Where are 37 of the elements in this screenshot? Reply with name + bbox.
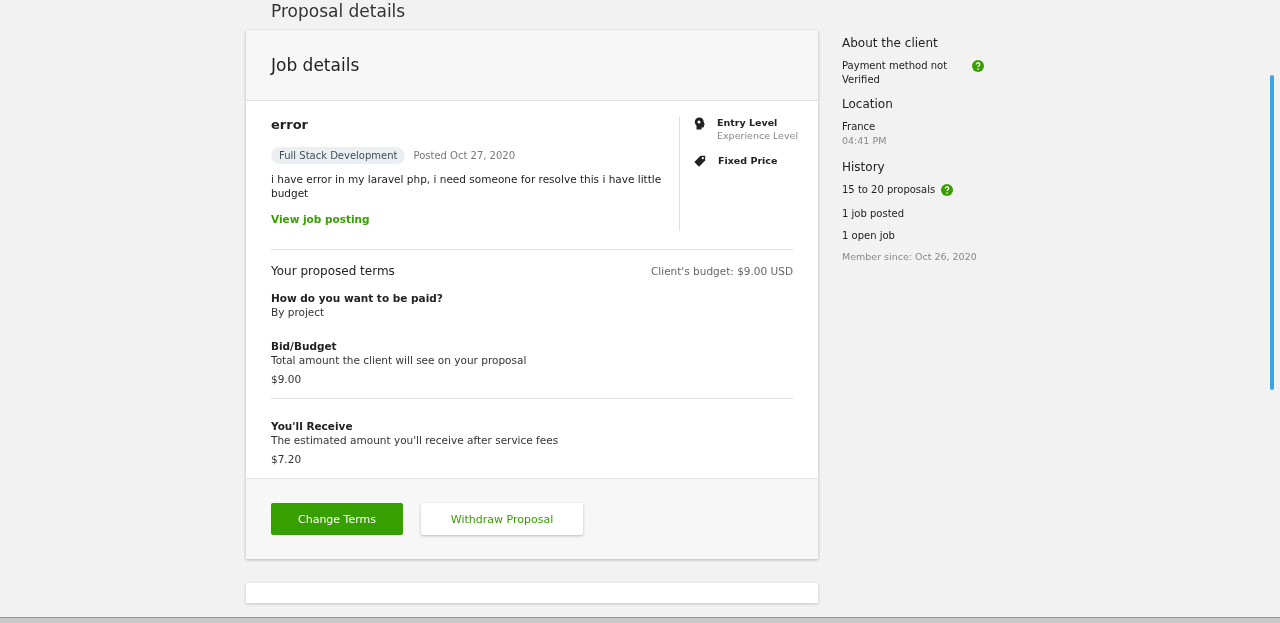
feature-title: Entry Level xyxy=(717,117,779,128)
proposals-count: 15 to 20 proposals xyxy=(842,183,936,197)
feature-subtitle: Experience Level xyxy=(717,130,799,141)
jobs-posted: 1 job posted xyxy=(842,207,906,221)
client-time: 04:41 PM xyxy=(842,135,888,146)
category-tag[interactable]: Full Stack Development xyxy=(271,147,406,164)
client-country: France xyxy=(842,120,877,134)
view-job-link[interactable]: View job posting xyxy=(271,213,370,225)
section-heading: History xyxy=(842,160,886,174)
terms-heading: Your proposed terms xyxy=(271,264,395,278)
open-jobs: 1 open job xyxy=(842,229,896,243)
term-label: You'll Receive xyxy=(271,419,354,433)
page-title: Proposal details xyxy=(271,0,407,22)
term-value: $7.20 xyxy=(271,452,303,466)
help-icon[interactable] xyxy=(941,184,954,196)
withdraw-proposal-button[interactable]: Withdraw Proposal xyxy=(421,503,583,535)
section-heading: Location xyxy=(842,97,894,111)
job-title: error xyxy=(271,117,309,132)
posted-date: Posted Oct 27, 2020 xyxy=(413,150,516,161)
term-value: By project xyxy=(271,305,326,319)
help-icon[interactable] xyxy=(972,60,984,72)
payment-status: Payment method not Verified xyxy=(842,59,949,87)
change-terms-button[interactable]: Change Terms xyxy=(271,503,403,535)
scrollbar-thumb[interactable] xyxy=(1270,75,1274,390)
client-budget: Client's budget: $9.00 USD xyxy=(650,265,793,277)
tag-icon xyxy=(694,155,706,167)
term-value: $9.00 xyxy=(271,372,303,386)
term-description: Total amount the client will see on your proposal xyxy=(271,353,528,367)
job-description: i have error in my laravel php, i need someone for resolve this i have little budget xyxy=(271,172,663,200)
term-description: The estimated amount you'll receive after service fees xyxy=(271,433,560,447)
card-title: Job details xyxy=(271,55,360,75)
term-label: Bid/Budget xyxy=(271,339,338,353)
term-label: How do you want to be paid? xyxy=(271,291,444,305)
member-since: Member since: Oct 26, 2020 xyxy=(842,251,978,262)
head-icon xyxy=(694,117,705,130)
section-heading: About the client xyxy=(842,36,939,50)
feature-title: Fixed Price xyxy=(718,155,778,166)
